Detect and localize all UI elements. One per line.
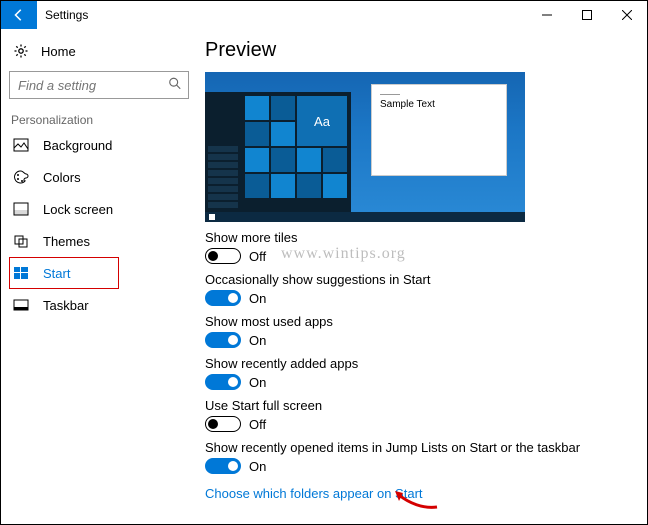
close-icon: [622, 10, 632, 20]
search-box[interactable]: [9, 71, 189, 99]
maximize-icon: [582, 10, 592, 20]
setting-label: Show recently added apps: [205, 356, 623, 371]
start-preview: Aa Sample Text: [205, 72, 525, 222]
toggle-full-screen[interactable]: [205, 416, 241, 432]
preview-sample-text: Sample Text: [380, 99, 498, 110]
nav-label: Start: [43, 266, 70, 281]
sidebar-item-background[interactable]: Background: [9, 129, 189, 161]
main-panel: Preview Aa Sample Text: [197, 29, 647, 524]
toggle-suggestions[interactable]: [205, 290, 241, 306]
preview-start-menu: Aa: [205, 92, 351, 212]
toggle-show-more-tiles[interactable]: [205, 248, 241, 264]
setting-label: Show recently opened items in Jump Lists…: [205, 440, 623, 455]
picture-icon: [13, 137, 29, 153]
setting-most-used: Show most used apps On: [205, 314, 623, 348]
home-label: Home: [41, 44, 76, 59]
toggle-state: Off: [249, 417, 266, 432]
sidebar-item-taskbar[interactable]: Taskbar: [9, 289, 189, 321]
toggle-state: Off: [249, 249, 266, 264]
preview-start-list: [205, 92, 241, 212]
setting-show-more-tiles: Show more tiles Off: [205, 230, 623, 264]
page-title: Preview: [205, 39, 623, 62]
sidebar-item-themes[interactable]: Themes: [9, 225, 189, 257]
setting-full-screen: Use Start full screen Off: [205, 398, 623, 432]
nav-label: Taskbar: [43, 298, 89, 313]
setting-label: Show more tiles: [205, 230, 623, 245]
content: Home Personalization Background Colors L…: [1, 29, 647, 524]
setting-suggestions: Occasionally show suggestions in Start O…: [205, 272, 623, 306]
window-controls: [527, 1, 647, 29]
sidebar-item-lockscreen[interactable]: Lock screen: [9, 193, 189, 225]
arrow-left-icon: [12, 8, 26, 22]
back-button[interactable]: [1, 1, 37, 29]
search-icon: [168, 77, 182, 94]
setting-label: Occasionally show suggestions in Start: [205, 272, 623, 287]
nav-label: Themes: [43, 234, 90, 249]
sidebar-group-label: Personalization: [9, 113, 189, 127]
toggle-state: On: [249, 375, 266, 390]
toggle-state: On: [249, 291, 266, 306]
toggle-state: On: [249, 333, 266, 348]
sidebar-item-colors[interactable]: Colors: [9, 161, 189, 193]
preview-taskbar: [205, 212, 525, 222]
toggle-state: On: [249, 459, 266, 474]
preview-tile-aa: Aa: [297, 96, 347, 146]
annotation-arrow: [393, 489, 439, 514]
nav-label: Background: [43, 138, 112, 153]
minimize-icon: [542, 10, 552, 20]
window-title: Settings: [45, 8, 88, 22]
start-icon: [13, 265, 29, 281]
titlebar: Settings: [1, 1, 647, 29]
preview-start-tiles: Aa: [241, 92, 351, 212]
setting-label: Use Start full screen: [205, 398, 623, 413]
themes-icon: [13, 233, 29, 249]
sidebar-item-start[interactable]: Start: [9, 257, 119, 289]
toggle-recently-added[interactable]: [205, 374, 241, 390]
nav-label: Lock screen: [43, 202, 113, 217]
sidebar: Home Personalization Background Colors L…: [1, 29, 197, 524]
preview-sample-window: Sample Text: [371, 84, 507, 176]
setting-recently-added: Show recently added apps On: [205, 356, 623, 390]
sidebar-item-home[interactable]: Home: [9, 37, 189, 65]
palette-icon: [13, 169, 29, 185]
setting-jump-lists: Show recently opened items in Jump Lists…: [205, 440, 623, 474]
toggle-jump-lists[interactable]: [205, 458, 241, 474]
minimize-button[interactable]: [527, 1, 567, 29]
gear-icon: [13, 43, 29, 59]
maximize-button[interactable]: [567, 1, 607, 29]
close-button[interactable]: [607, 1, 647, 29]
taskbar-icon: [13, 297, 29, 313]
nav-label: Colors: [43, 170, 81, 185]
lockscreen-icon: [13, 201, 29, 217]
choose-folders-link[interactable]: Choose which folders appear on Start: [205, 486, 423, 501]
toggle-most-used[interactable]: [205, 332, 241, 348]
setting-label: Show most used apps: [205, 314, 623, 329]
